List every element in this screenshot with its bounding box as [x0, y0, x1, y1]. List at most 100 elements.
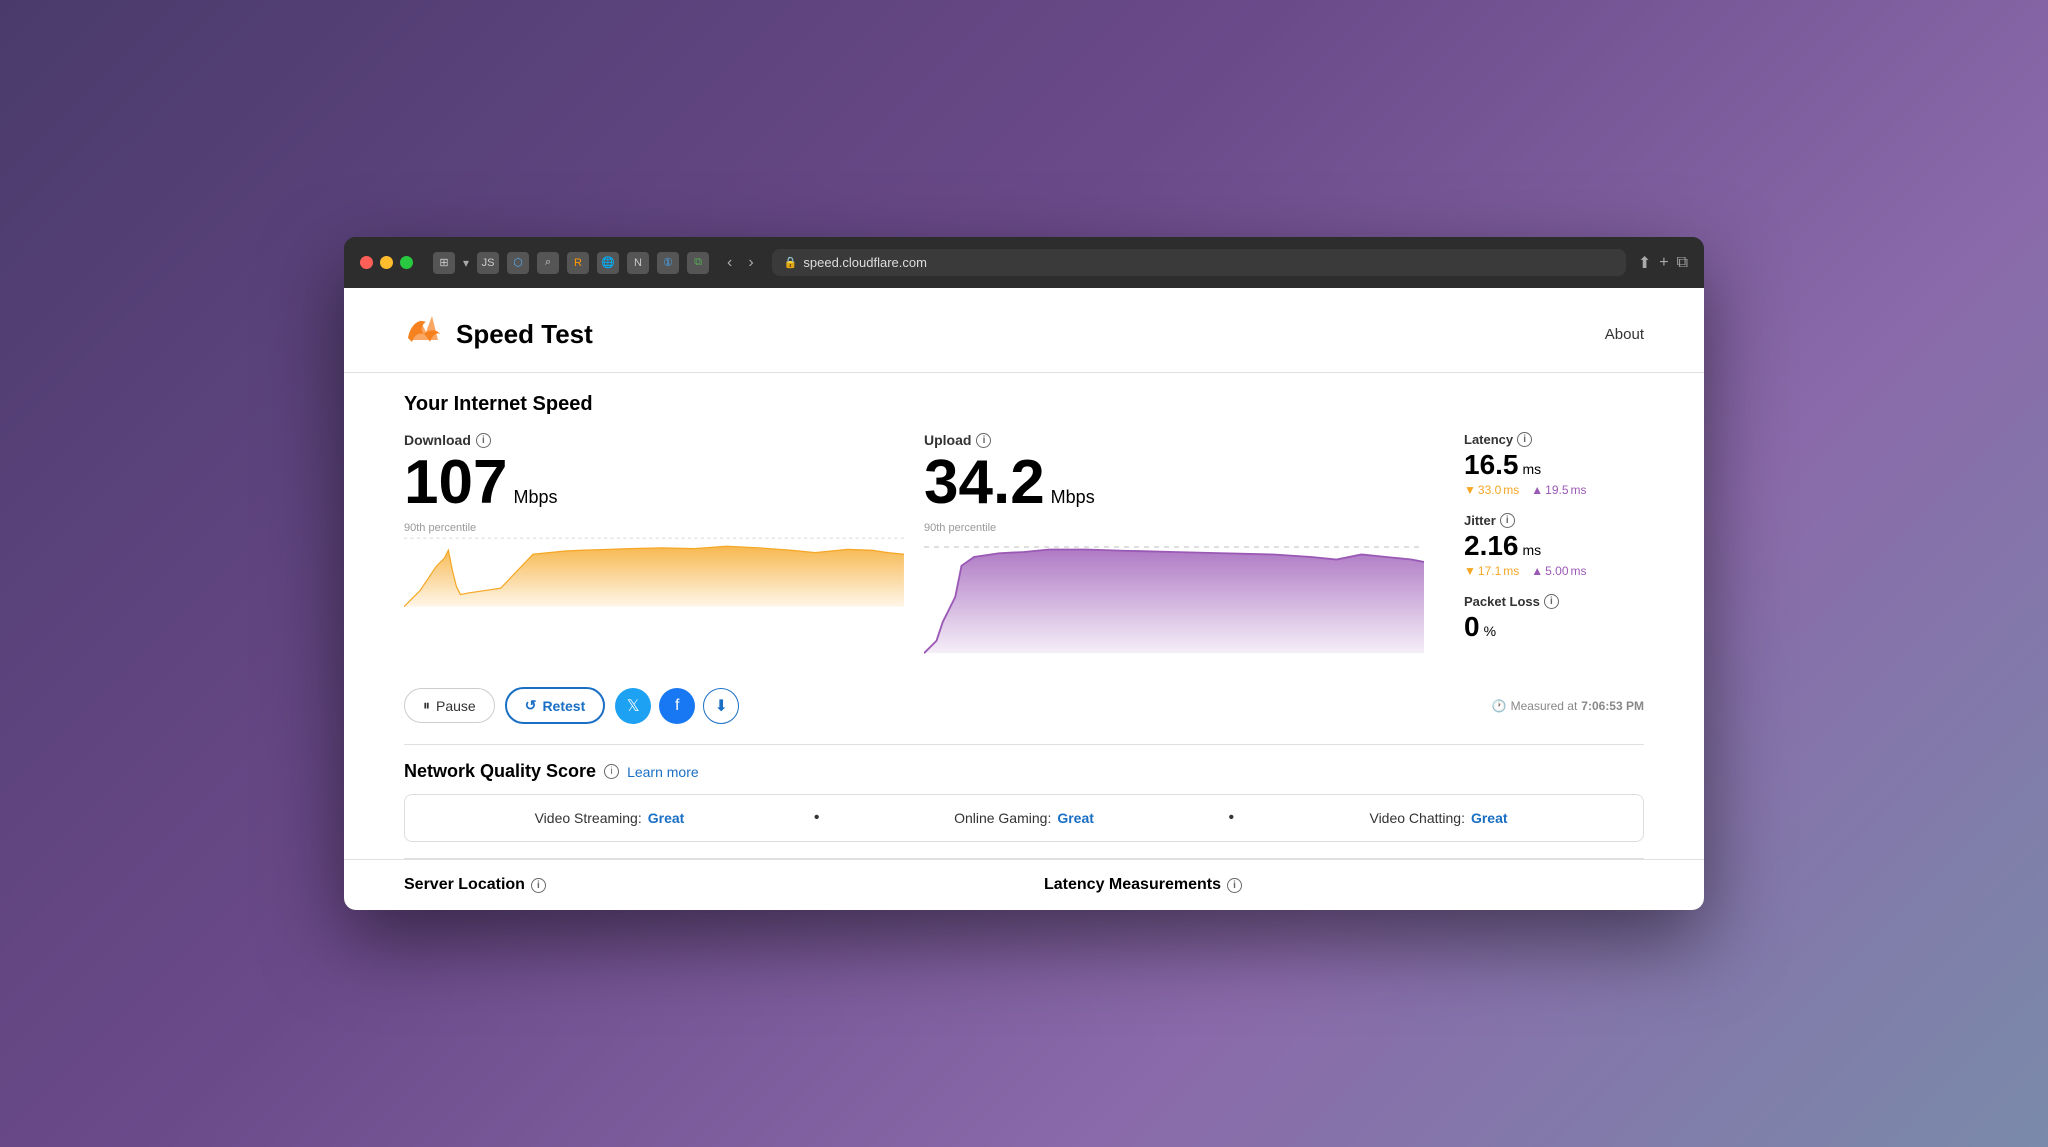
latency-up-unit: ms — [1571, 483, 1587, 497]
tab-layout-icon[interactable]: ⊞ — [433, 252, 455, 274]
pause-button[interactable]: ⏸ Pause — [404, 688, 495, 723]
main-content: Your Internet Speed Download i 107 Mbps … — [344, 373, 1704, 744]
learn-more-link[interactable]: Learn more — [627, 764, 699, 780]
latency-measurements-title: Latency Measurements i — [1044, 876, 1644, 894]
download-chart — [404, 522, 904, 611]
packet-loss-info-icon[interactable]: i — [1544, 594, 1559, 609]
jitter-label: Jitter i — [1464, 513, 1644, 528]
jitter-value-display: 2.16 ms — [1464, 530, 1644, 562]
side-metrics: Latency i 16.5 ms ▼ 33.0 ms — [1444, 432, 1644, 659]
packet-loss-number: 0 — [1464, 611, 1480, 643]
browser-actions: ⬆ + ⧉ — [1638, 253, 1688, 273]
latency-up: ▲ 19.5 ms — [1531, 483, 1586, 497]
actions-row: ⏸ Pause ↺ Retest 𝕏 f — [404, 679, 1644, 724]
latency-unit: ms — [1523, 461, 1542, 477]
chevron-down-icon[interactable]: ▾ — [463, 256, 469, 270]
jitter-up: ▲ 5.00 ms — [1531, 564, 1586, 578]
video-chatting-value: Great — [1471, 810, 1508, 826]
close-button[interactable] — [360, 256, 373, 269]
facebook-button[interactable]: f — [659, 688, 695, 724]
jitter-down-arrow: ▼ — [1464, 564, 1476, 578]
video-streaming-item: Video Streaming: Great — [425, 810, 794, 826]
upload-chart — [924, 522, 1424, 660]
latency-up-arrow: ▲ — [1531, 483, 1543, 497]
nq-info-icon[interactable]: i — [604, 764, 619, 779]
jitter-down-value: 17.1 — [1478, 564, 1501, 578]
latency-measurements-info-icon[interactable]: i — [1227, 878, 1242, 893]
maximize-button[interactable] — [400, 256, 413, 269]
jitter-up-arrow: ▲ — [1531, 564, 1543, 578]
browser-toolbar-icons: ⊞ ▾ JS ⬡ ⌕ R 🌐 N ① ⧉ — [433, 252, 709, 274]
online-gaming-label: Online Gaming: — [954, 810, 1051, 826]
server-location-info-icon[interactable]: i — [531, 878, 546, 893]
jitter-down-unit: ms — [1503, 564, 1519, 578]
search-icon: ⌕ — [537, 252, 559, 274]
logo-area: Speed Test — [404, 312, 593, 356]
jitter-down: ▼ 17.1 ms — [1464, 564, 1519, 578]
latency-down-unit: ms — [1503, 483, 1519, 497]
nq-header: Network Quality Score i Learn more — [404, 761, 1644, 782]
upload-percentile-label: 90th percentile — [924, 522, 996, 534]
key-icon: ① — [657, 252, 679, 274]
latency-down-value: 33.0 — [1478, 483, 1501, 497]
download-number: 107 — [404, 452, 507, 514]
r-icon: R — [567, 252, 589, 274]
jitter-section: Jitter i 2.16 ms ▼ 17.1 ms — [1464, 513, 1644, 578]
jitter-up-value: 5.00 — [1545, 564, 1568, 578]
upload-info-icon[interactable]: i — [976, 433, 991, 448]
jitter-number: 2.16 — [1464, 530, 1519, 562]
network-quality-section: Network Quality Score i Learn more Video… — [344, 745, 1704, 858]
download-label: Download i — [404, 432, 904, 448]
clock-icon: 🕐 — [1492, 699, 1507, 713]
latency-sub: ▼ 33.0 ms ▲ 19.5 ms — [1464, 483, 1644, 497]
download-info-icon[interactable]: i — [476, 433, 491, 448]
social-buttons: 𝕏 f ⬇ — [615, 688, 739, 724]
online-gaming-value: Great — [1057, 810, 1094, 826]
download-section: Download i 107 Mbps 90th percentile — [404, 432, 924, 659]
address-bar[interactable]: 🔒 speed.cloudflare.com — [772, 249, 1626, 276]
retest-button[interactable]: ↺ Retest — [505, 687, 606, 724]
back-button[interactable]: ‹ — [721, 252, 738, 274]
latency-info-icon[interactable]: i — [1517, 432, 1532, 447]
quality-bar: Video Streaming: Great • Online Gaming: … — [404, 794, 1644, 842]
server-location-col: Server Location i — [404, 876, 1004, 894]
packet-loss-unit: % — [1484, 623, 1496, 639]
jitter-up-unit: ms — [1571, 564, 1587, 578]
page-content: Speed Test About Your Internet Speed Dow… — [344, 288, 1704, 910]
server-location-title: Server Location i — [404, 876, 1004, 894]
video-chatting-item: Video Chatting: Great — [1254, 810, 1623, 826]
site-title: Speed Test — [456, 319, 593, 350]
nq-title: Network Quality Score — [404, 761, 596, 782]
tabs-icon[interactable]: ⧉ — [1677, 254, 1688, 272]
share-icon[interactable]: ⬆ — [1638, 253, 1651, 273]
actions-left: ⏸ Pause ↺ Retest 𝕏 f — [404, 687, 739, 724]
download-chart-area: 90th percentile — [404, 522, 904, 632]
twitter-button[interactable]: 𝕏 — [615, 688, 651, 724]
latency-label: Latency i — [1464, 432, 1644, 447]
video-streaming-label: Video Streaming: — [535, 810, 642, 826]
packet-loss-label: Packet Loss i — [1464, 594, 1644, 609]
new-tab-icon[interactable]: + — [1659, 254, 1668, 272]
browser-chrome: ⊞ ▾ JS ⬡ ⌕ R 🌐 N ① ⧉ ‹ › 🔒 speed.cloudfl… — [344, 237, 1704, 288]
box-icon: ⬡ — [507, 252, 529, 274]
nav-buttons: ‹ › — [721, 252, 760, 274]
upload-chart-area: 90th percentile — [924, 522, 1424, 632]
jitter-info-icon[interactable]: i — [1500, 513, 1515, 528]
forward-button[interactable]: › — [742, 252, 759, 274]
latency-number: 16.5 — [1464, 449, 1519, 481]
upload-unit: Mbps — [1051, 488, 1095, 506]
latency-up-value: 19.5 — [1545, 483, 1568, 497]
download-unit: Mbps — [513, 488, 557, 506]
packet-loss-section: Packet Loss i 0 % — [1464, 594, 1644, 643]
latency-down: ▼ 33.0 ms — [1464, 483, 1519, 497]
jitter-unit: ms — [1523, 542, 1542, 558]
pause-icon: ⏸ — [423, 697, 430, 714]
js-icon: JS — [477, 252, 499, 274]
twitter-icon: 𝕏 — [627, 696, 640, 716]
minimize-button[interactable] — [380, 256, 393, 269]
browser-window: ⊞ ▾ JS ⬡ ⌕ R 🌐 N ① ⧉ ‹ › 🔒 speed.cloudfl… — [344, 237, 1704, 910]
about-link[interactable]: About — [1605, 326, 1644, 343]
download-result-button[interactable]: ⬇ — [703, 688, 739, 724]
retest-icon: ↺ — [525, 697, 537, 714]
layers-icon: ⧉ — [687, 252, 709, 274]
